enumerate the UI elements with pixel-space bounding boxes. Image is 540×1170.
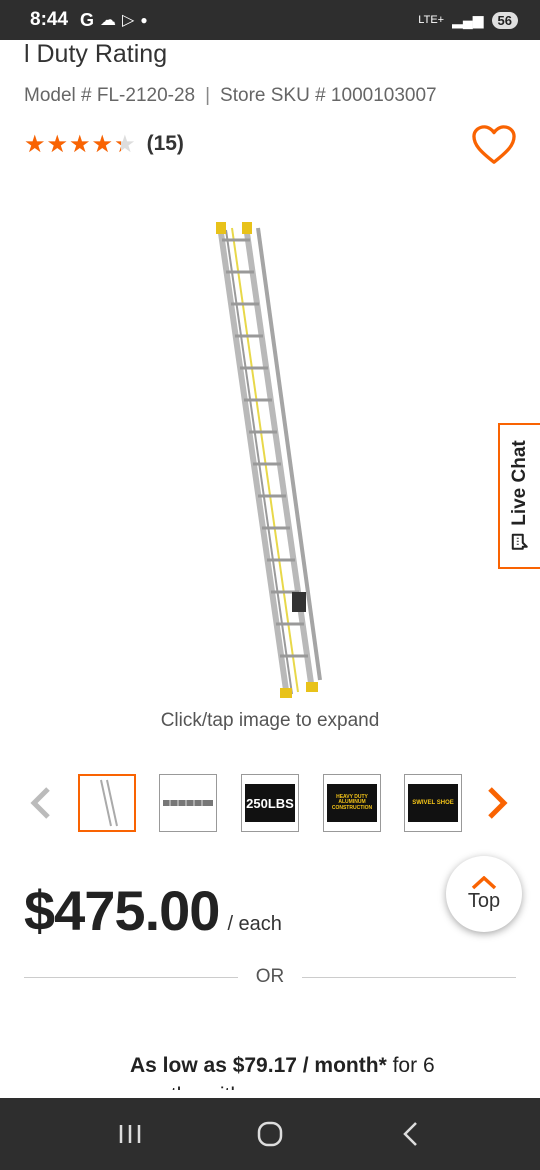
thumbnail-5-label: SWIVEL SHOE: [412, 799, 454, 806]
model-sku-line: Model # FL-2120-28 | Store SKU # 100010300…: [24, 85, 437, 107]
financing-offer: As low as $79.17 / month* for 6: [130, 1054, 435, 1078]
or-divider: OR: [24, 966, 516, 988]
thumbnail-2[interactable]: [159, 774, 217, 832]
favorite-heart-icon[interactable]: [471, 124, 517, 166]
store-sku: Store SKU # 1000103007: [220, 85, 437, 106]
dot-icon: ●: [140, 13, 148, 27]
battery-indicator: 56: [491, 11, 518, 29]
home-icon: [257, 1121, 283, 1147]
back-chevron-icon: [403, 1122, 417, 1146]
signal-icon: ▂▄▆: [452, 11, 484, 28]
financing-line2: months with...: [130, 1084, 260, 1098]
thumbnail-4-label: HEAVY DUTY ALUMINUM CONSTRUCTION: [331, 793, 373, 811]
thumbnail-1[interactable]: [78, 774, 136, 832]
home-button[interactable]: [250, 1114, 290, 1154]
ladder-thumbnail-icon: [100, 779, 118, 827]
chevron-up-icon: [471, 875, 497, 889]
live-chat-button[interactable]: Live Chat: [498, 423, 540, 569]
back-button[interactable]: [390, 1114, 430, 1154]
play-store-icon: ▷: [122, 12, 135, 29]
back-to-top-button[interactable]: Top: [446, 856, 522, 932]
google-g-icon: G: [80, 9, 95, 30]
star-rating: ★★★★★ ★★★★★: [24, 132, 137, 156]
product-image-ladder[interactable]: [200, 220, 340, 704]
chat-bubble-icon: [512, 533, 528, 550]
thumbnail-3[interactable]: 250LBS: [241, 774, 299, 832]
construction-badge: HEAVY DUTY ALUMINUM CONSTRUCTION: [327, 784, 377, 822]
price-unit: / each: [227, 913, 282, 935]
financing-amount: As low as $79.17 / month*: [130, 1054, 387, 1077]
ladder-horizontal-thumbnail-icon: [163, 800, 213, 806]
swivel-shoe-badge: SWIVEL SHOE: [408, 784, 458, 822]
carousel-next-arrow-icon[interactable]: [484, 786, 512, 820]
android-nav-bar: [0, 1098, 540, 1170]
thumbnail-5[interactable]: SWIVEL SHOE: [404, 774, 462, 832]
live-chat-label: Live Chat: [509, 440, 530, 526]
load-rating-badge: 250LBS: [245, 784, 295, 822]
recent-apps-button[interactable]: [110, 1114, 150, 1154]
thumbnail-3-label: 250LBS: [246, 795, 294, 811]
price: $475.00: [24, 879, 220, 942]
expand-hint: Click/tap image to expand: [160, 710, 380, 731]
review-count[interactable]: (15): [147, 132, 184, 156]
status-right: LTE+ ▂▄▆ 56: [418, 11, 518, 29]
thumbnail-carousel: 250LBS HEAVY DUTY ALUMINUM CONSTRUCTION …: [0, 774, 540, 832]
live-chat-inner: Live Chat: [509, 440, 531, 552]
network-label: LTE+: [418, 14, 445, 26]
financing-suffix: for 6: [386, 1054, 435, 1077]
thumbnail-4[interactable]: HEAVY DUTY ALUMINUM CONSTRUCTION: [323, 774, 381, 832]
price-row: $475.00 / each: [24, 878, 282, 943]
status-time: 8:44: [30, 9, 69, 30]
stars-filled: ★★★★★: [24, 132, 121, 156]
carousel-prev-arrow-icon[interactable]: [26, 786, 54, 820]
recent-apps-icon: [119, 1125, 141, 1143]
top-label: Top: [467, 889, 501, 912]
status-left-icons: G ☁ ▷ ●: [80, 10, 148, 31]
cloud-icon: ☁: [100, 12, 117, 29]
model-number: Model # FL-2120-28: [24, 85, 196, 106]
product-title: l Duty Rating: [24, 40, 168, 68]
separator: |: [205, 85, 211, 106]
divider-line-right: [302, 976, 516, 978]
status-bar: 8:44 G ☁ ▷ ● LTE+ ▂▄▆ 56: [0, 0, 540, 40]
divider-line-left: [24, 976, 238, 978]
product-page: l Duty Rating Model # FL-2120-28 | Store S…: [0, 40, 540, 1098]
rating[interactable]: ★★★★★ ★★★★★ (15): [24, 132, 184, 156]
or-label: OR: [255, 966, 285, 987]
